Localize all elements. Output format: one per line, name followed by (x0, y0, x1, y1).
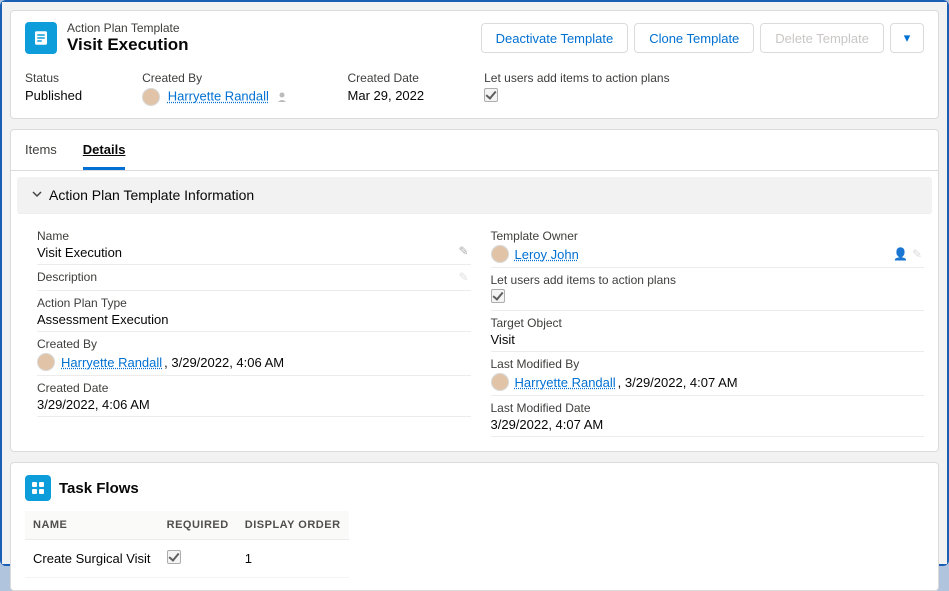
field-last-modified-date: Last Modified Date 3/29/2022, 4:07 AM (491, 396, 925, 437)
meta-letusers: Let users add items to action plans (484, 71, 669, 106)
detail-card: Items Details Action Plan Template Infor… (10, 129, 939, 452)
required-checkbox (167, 550, 181, 564)
target-value: Visit (491, 332, 925, 347)
col-order: DISPLAY ORDER (237, 511, 349, 540)
owner-label: Template Owner (491, 229, 925, 243)
createddate-value: 3/29/2022, 4:06 AM (37, 397, 471, 412)
detail-right-column: Template Owner Leroy John 👤 ✎ Let users … (491, 224, 925, 437)
record-type-icon (25, 22, 57, 54)
header-actions: Deactivate Template Clone Template Delet… (481, 23, 924, 53)
moddate-label: Last Modified Date (491, 401, 925, 415)
chevron-down-icon (31, 187, 43, 203)
owner-actions: 👤 ✎ (893, 247, 922, 261)
meta-created-date: Created Date Mar 29, 2022 (348, 71, 425, 106)
field-description: Description ✎ (37, 265, 471, 291)
status-label: Status (25, 71, 82, 85)
createddate-label: Created Date (348, 71, 425, 85)
col-required: REQUIRED (159, 511, 237, 540)
avatar (491, 373, 509, 391)
createdby-label: Created By (37, 337, 471, 351)
deactivate-template-button[interactable]: Deactivate Template (481, 23, 629, 53)
task-flows-table: NAME REQUIRED DISPLAY ORDER Create Surgi… (25, 511, 349, 578)
createdby-user-link[interactable]: Harryette Randall (61, 355, 162, 370)
type-label: Action Plan Type (37, 296, 471, 310)
user-badge-icon (276, 91, 288, 103)
edit-icon[interactable]: ✎ (912, 247, 922, 261)
avatar (491, 245, 509, 263)
field-last-modified-by: Last Modified By Harryette Randall , 3/2… (491, 352, 925, 396)
name-label: Name (37, 229, 471, 243)
type-value: Assessment Execution (37, 312, 471, 327)
record-header: Action Plan Template Visit Execution Dea… (10, 10, 939, 119)
row-order: 1 (237, 540, 349, 578)
avatar (37, 353, 55, 371)
letusers-label: Let users add items to action plans (491, 273, 925, 287)
modby-timestamp: , 3/29/2022, 4:07 AM (618, 375, 738, 390)
delete-template-button: Delete Template (760, 23, 884, 53)
avatar (142, 88, 160, 106)
field-name: Name Visit Execution ✎ (37, 224, 471, 265)
createddate-value: Mar 29, 2022 (348, 88, 425, 103)
task-flows-title: Task Flows (59, 480, 139, 497)
status-value: Published (25, 88, 82, 103)
modby-user-link[interactable]: Harryette Randall (515, 375, 616, 390)
letusers-checkbox (491, 289, 505, 303)
object-label: Action Plan Template (67, 21, 481, 35)
edit-icon[interactable]: ✎ (458, 270, 468, 284)
section-title: Action Plan Template Information (49, 187, 254, 203)
table-row: Create Surgical Visit 1 (25, 540, 349, 578)
tab-details[interactable]: Details (83, 130, 126, 170)
createdby-timestamp: , 3/29/2022, 4:06 AM (164, 355, 284, 370)
letusers-label: Let users add items to action plans (484, 71, 669, 85)
task-flows-card: Task Flows NAME REQUIRED DISPLAY ORDER C… (10, 462, 939, 591)
more-actions-button[interactable]: ▾ (890, 23, 924, 53)
tab-items[interactable]: Items (25, 130, 57, 170)
modby-label: Last Modified By (491, 357, 925, 371)
name-value: Visit Execution (37, 245, 471, 260)
clone-template-button[interactable]: Clone Template (634, 23, 754, 53)
task-flows-icon (25, 475, 51, 501)
section-header[interactable]: Action Plan Template Information (17, 177, 932, 214)
meta-created-by: Created By Harryette Randall (142, 71, 287, 106)
target-label: Target Object (491, 316, 925, 330)
row-required (159, 540, 237, 578)
createdby-label: Created By (142, 71, 287, 85)
field-action-plan-type: Action Plan Type Assessment Execution (37, 291, 471, 332)
chevron-down-icon: ▾ (904, 30, 911, 45)
record-title: Visit Execution (67, 35, 481, 55)
tabs: Items Details (11, 130, 938, 171)
field-template-owner: Template Owner Leroy John 👤 ✎ (491, 224, 925, 268)
createddate-label: Created Date (37, 381, 471, 395)
field-created-date: Created Date 3/29/2022, 4:06 AM (37, 376, 471, 417)
createdby-user-link[interactable]: Harryette Randall (168, 88, 269, 103)
moddate-value: 3/29/2022, 4:07 AM (491, 417, 925, 432)
change-owner-icon[interactable]: 👤 (893, 247, 908, 261)
detail-left-column: Name Visit Execution ✎ Description ✎ Act… (37, 224, 471, 437)
edit-icon[interactable]: ✎ (458, 244, 468, 258)
row-name: Create Surgical Visit (25, 540, 159, 578)
field-letusers: Let users add items to action plans (491, 268, 925, 311)
description-label: Description (37, 270, 471, 284)
letusers-checkbox (484, 88, 498, 102)
field-target-object: Target Object Visit (491, 311, 925, 352)
meta-status: Status Published (25, 71, 82, 106)
field-created-by: Created By Harryette Randall , 3/29/2022… (37, 332, 471, 376)
col-name: NAME (25, 511, 159, 540)
owner-user-link[interactable]: Leroy John (515, 247, 579, 262)
